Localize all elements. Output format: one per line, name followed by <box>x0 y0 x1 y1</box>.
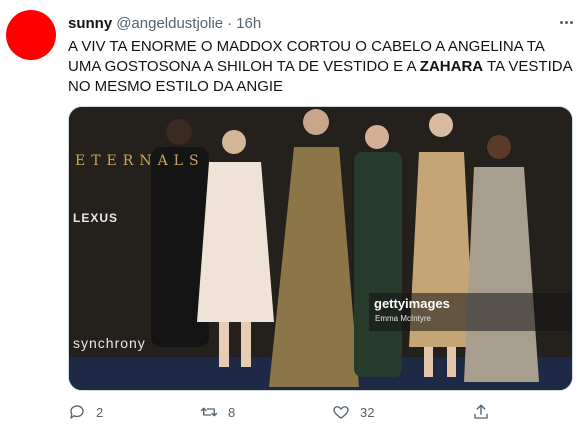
tweet-actions: 2 8 32 <box>68 400 573 424</box>
reply-icon <box>70 405 84 419</box>
user-handle[interactable]: @angeldustjolie <box>116 15 223 32</box>
retweet-count: 8 <box>228 404 236 420</box>
watermark-logo: gettyimages <box>374 296 450 311</box>
retweet-button[interactable]: 8 <box>200 400 235 424</box>
reply-button[interactable]: 2 <box>68 400 103 424</box>
watermark-credit: Emma McIntyre <box>375 314 432 323</box>
backdrop-eternals-1: ETERNALS <box>75 153 205 169</box>
reply-count: 2 <box>96 404 104 420</box>
share-icon <box>474 404 488 419</box>
share-button[interactable] <box>472 400 490 424</box>
more-dots-icon[interactable] <box>554 12 578 32</box>
person-4 <box>354 125 402 377</box>
timestamp[interactable]: 16h <box>236 15 261 32</box>
separator: · <box>227 14 233 32</box>
tweet-photo[interactable]: ETERNALS LEXUS synchrony gettyimages Emm… <box>68 106 573 391</box>
like-button[interactable]: 32 <box>332 400 374 424</box>
like-count: 32 <box>360 404 375 420</box>
backdrop-synchrony: synchrony <box>73 335 146 351</box>
display-name[interactable]: sunny <box>68 15 112 32</box>
like-icon <box>333 406 349 419</box>
tweet[interactable]: sunny @angeldustjolie · 16h A VIV TA ENO… <box>0 0 588 435</box>
avatar[interactable] <box>6 10 56 60</box>
tweet-text: A VIV TA ENORME O MADDOX CORTOU O CABELO… <box>68 37 573 97</box>
tweet-header: sunny @angeldustjolie · 16h <box>68 13 568 33</box>
backdrop-lexus: LEXUS <box>73 211 119 225</box>
retweet-icon <box>200 407 218 417</box>
tweet-text-bold: ZAHARA <box>419 58 484 75</box>
